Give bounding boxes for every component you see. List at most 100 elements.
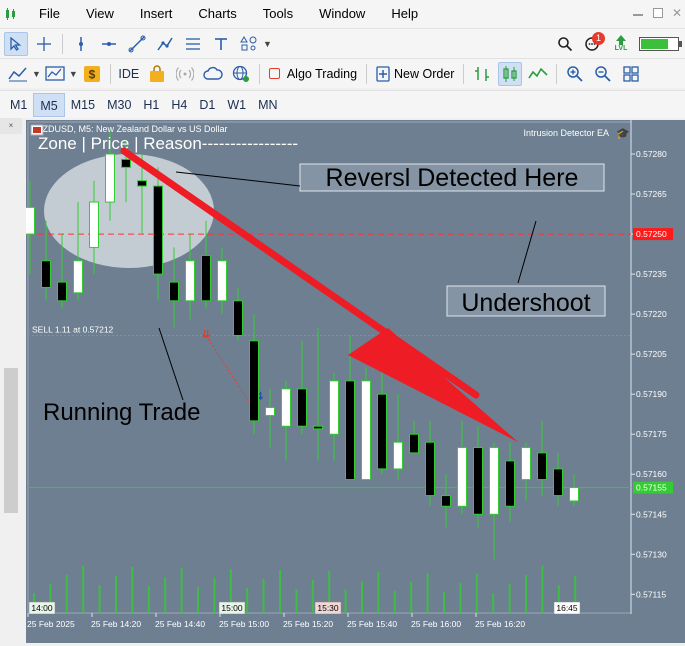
chevron-down-icon[interactable]: ▼ (263, 39, 272, 49)
close-icon[interactable]: ✕ (672, 6, 682, 20)
minimize-icon[interactable] (633, 10, 643, 16)
candle-body (457, 447, 467, 507)
crosshair-icon (37, 36, 51, 51)
market-button[interactable]: $ (80, 62, 104, 86)
cloud-icon (203, 66, 223, 80)
bar-chart-icon (475, 66, 490, 81)
timeframe-m5[interactable]: M5 (33, 92, 65, 117)
zoom-out-button[interactable] (591, 62, 615, 86)
line-chart-button[interactable] (526, 62, 550, 86)
drawing-toolbar: ▼ 1 LVL (0, 28, 685, 58)
trend-arrow-head (348, 328, 518, 442)
menu-file[interactable]: File (26, 0, 73, 28)
new-order-button[interactable]: New Order (373, 62, 457, 86)
red-level-price-label: 0.57250 (636, 229, 667, 239)
timeframe-m30[interactable]: M30 (101, 93, 137, 117)
navigator-panel: × (0, 118, 22, 643)
channel-button[interactable] (153, 32, 177, 56)
candle-body (297, 388, 307, 427)
session-marker-label: 15:00 (221, 603, 243, 613)
timeframe-d1[interactable]: D1 (193, 93, 221, 117)
candle-body (249, 340, 259, 422)
restore-icon[interactable] (653, 8, 663, 18)
timeframe-mn[interactable]: MN (252, 93, 283, 117)
new-order-label: New Order (394, 66, 455, 81)
notifications-button[interactable]: 1 (581, 31, 605, 56)
time-tick-label: 25 Feb 15:40 (347, 619, 397, 629)
price-tick-label: 0.57280 (636, 149, 667, 159)
chart-window[interactable]: SELL 1.11 at 0.57212 ⇊ ⇅ NZDUSD, M5: New Z… (25, 120, 685, 643)
level-button[interactable]: LVL (609, 32, 633, 56)
algo-trading-button[interactable]: Algo Trading (266, 62, 360, 86)
scrollbar-thumb[interactable] (4, 368, 18, 513)
candle-body (105, 153, 115, 203)
menu-insert[interactable]: Insert (127, 0, 186, 28)
candle-body (25, 206, 35, 235)
bar-chart-button[interactable] (470, 62, 494, 86)
timeframe-m15[interactable]: M15 (65, 93, 101, 117)
price-tick-label: 0.57130 (636, 549, 667, 559)
menu-window[interactable]: Window (306, 0, 378, 28)
zoom-out-icon (595, 65, 612, 82)
vps-button[interactable] (229, 62, 253, 86)
timeframe-m1[interactable]: M1 (4, 93, 33, 117)
tile-windows-button[interactable] (619, 62, 643, 86)
menu-tools[interactable]: Tools (250, 0, 306, 28)
candle-body (121, 158, 131, 168)
candle-body (489, 447, 499, 515)
candle-body (473, 447, 483, 515)
menu-charts[interactable]: Charts (185, 0, 249, 28)
price-chart[interactable]: SELL 1.11 at 0.57212 ⇊⇅ NZDUSD, M5: New Z… (25, 120, 685, 643)
toolbar-separator (463, 63, 465, 84)
candle-body (537, 452, 547, 481)
ide-button[interactable]: IDE (117, 62, 141, 86)
candle-body (89, 201, 99, 248)
horizontal-line-button[interactable] (97, 32, 121, 56)
timeframe-w1[interactable]: W1 (221, 93, 252, 117)
line-chart-icon (528, 67, 549, 78)
channel-icon (157, 37, 173, 50)
zoom-in-button[interactable] (563, 62, 587, 86)
menu-view[interactable]: View (73, 0, 127, 28)
candle-body (73, 260, 83, 294)
search-button[interactable] (553, 32, 577, 56)
reversal-label: Reversl Detected Here (326, 164, 579, 192)
menu-help[interactable]: Help (378, 0, 431, 28)
candle-body (233, 300, 243, 336)
candle-body (409, 433, 419, 454)
shapes-button[interactable] (237, 32, 261, 56)
time-tick-label: 25 Feb 16:00 (411, 619, 461, 629)
vertical-line-button[interactable] (69, 32, 93, 56)
chevron-down-icon[interactable]: ▼ (69, 69, 78, 79)
candle-body (345, 380, 355, 481)
signal-button[interactable] (173, 62, 197, 86)
toolbar-separator (62, 33, 63, 54)
candlestick-icon (503, 65, 518, 82)
algo-status-icon (268, 68, 280, 79)
trendline-button[interactable] (125, 32, 149, 56)
chevron-down-icon[interactable]: ▼ (32, 69, 41, 79)
text-button[interactable] (209, 32, 233, 56)
candle-body (553, 468, 563, 497)
grid-icon (623, 65, 640, 82)
candle-body (169, 281, 179, 302)
session-marker-label: 15:30 (317, 603, 339, 613)
fibonacci-button[interactable] (181, 32, 205, 56)
candle-body (505, 460, 515, 507)
ea-hat-icon: 🎓 (616, 128, 630, 140)
candle-body (201, 254, 211, 302)
cloud-button[interactable] (201, 62, 225, 86)
level-label: LVL (614, 45, 628, 52)
battery-icon (639, 36, 682, 51)
timeframe-h4[interactable]: H4 (165, 93, 193, 117)
indicators-button[interactable] (6, 62, 30, 86)
crosshair-button[interactable] (32, 32, 56, 56)
candlestick-chart-button[interactable] (498, 61, 523, 86)
shop-button[interactable] (145, 62, 169, 86)
timeframe-h1[interactable]: H1 (137, 93, 165, 117)
running-trade-pointer-line (158, 327, 184, 401)
templates-button[interactable] (43, 62, 67, 86)
text-icon (215, 37, 227, 50)
candle-body (57, 281, 67, 302)
cursor-button[interactable] (4, 31, 28, 56)
